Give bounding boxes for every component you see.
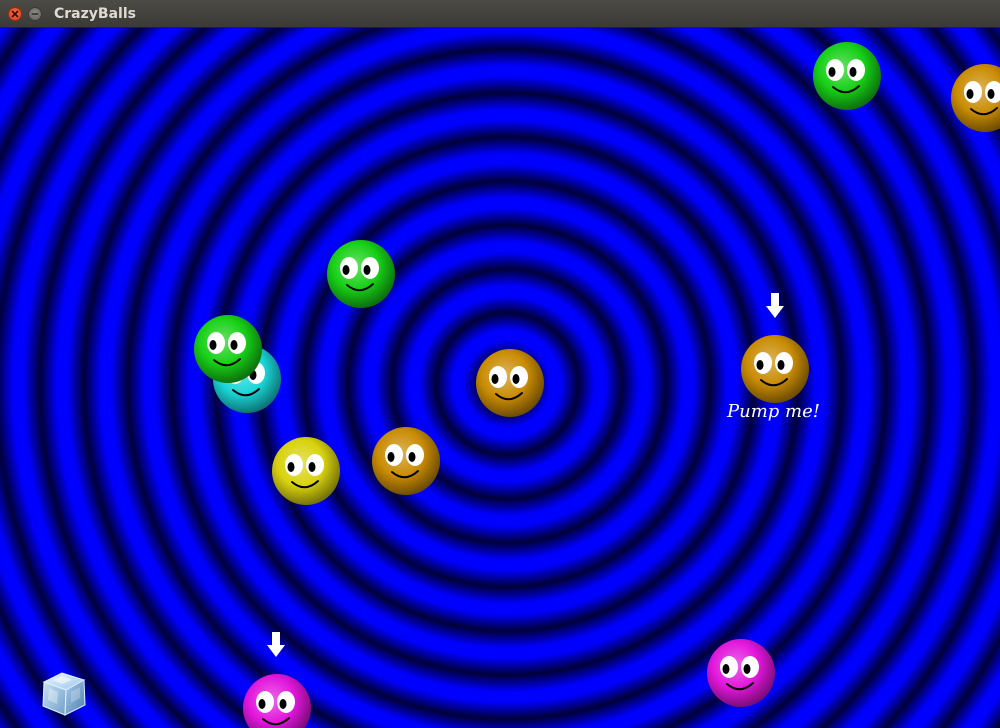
- down-arrow-icon: [766, 293, 784, 318]
- window-titlebar: CrazyBalls: [0, 0, 1000, 28]
- ball-orange-pump-target[interactable]: [740, 334, 810, 404]
- ball-green[interactable]: [812, 41, 882, 111]
- ice-cube-icon[interactable]: [38, 668, 90, 720]
- minimize-icon: [31, 13, 39, 15]
- ball-magenta[interactable]: [706, 638, 776, 708]
- ball-orange[interactable]: [371, 426, 441, 496]
- pump-me-label: Pump me!: [727, 401, 820, 422]
- down-arrow-icon: [267, 632, 285, 657]
- ball-yellow[interactable]: [271, 436, 341, 506]
- close-window-button[interactable]: [8, 7, 22, 21]
- game-playfield[interactable]: Pump me!: [0, 28, 1000, 728]
- minimize-window-button[interactable]: [28, 7, 42, 21]
- ball-orange[interactable]: [950, 63, 1000, 133]
- ball-magenta-pump-target[interactable]: [242, 673, 312, 728]
- ball-orange[interactable]: [475, 348, 545, 418]
- close-icon: [11, 10, 19, 18]
- ball-green[interactable]: [326, 239, 396, 309]
- window-title: CrazyBalls: [54, 6, 136, 22]
- ball-green[interactable]: [193, 314, 263, 384]
